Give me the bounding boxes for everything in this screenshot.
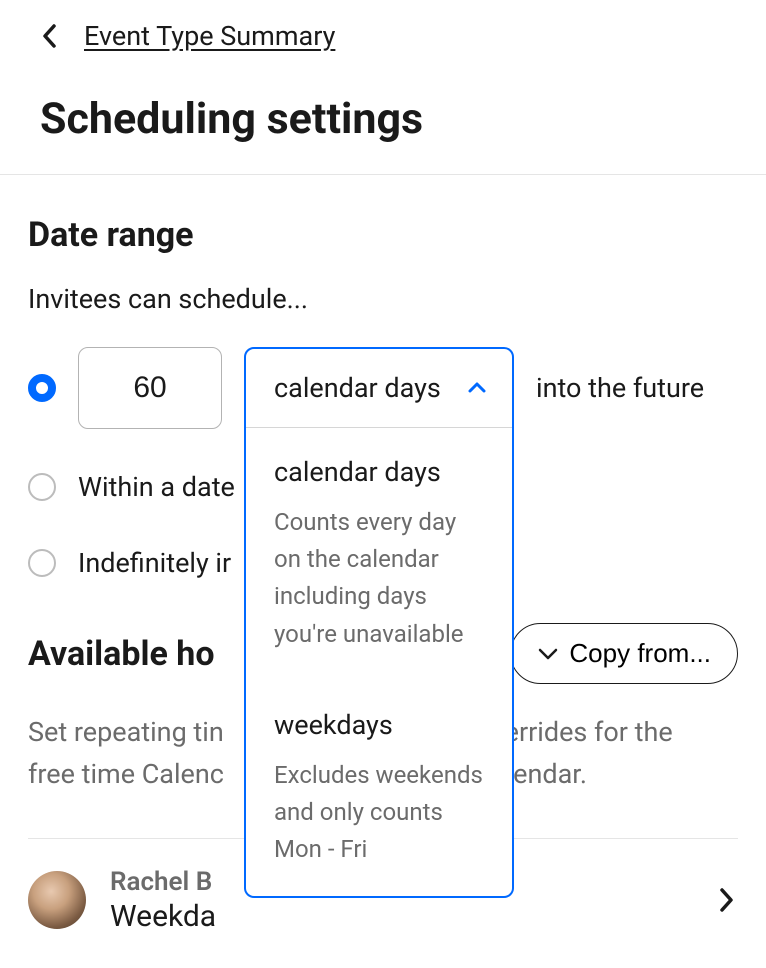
date-range-title: Date range (28, 215, 738, 255)
chevron-up-icon (466, 377, 488, 399)
page-title: Scheduling settings (40, 94, 726, 144)
date-range-subtitle: Invitees can schedule... (28, 283, 738, 315)
person-schedule: Weekda (110, 899, 692, 934)
unit-dropdown-trigger[interactable]: calendar days (244, 347, 514, 429)
radio-within-label: Within a date (78, 471, 235, 503)
radio-indefinitely-label: Indefinitely ir (78, 547, 231, 579)
copy-from-button[interactable]: Copy from... (510, 623, 738, 684)
dropdown-option-weekdays[interactable]: weekdays Excludes weekends and only coun… (246, 681, 512, 897)
days-suffix-text: into the future (536, 372, 704, 404)
dropdown-option-description: Excludes weekends and only counts Mon - … (274, 757, 484, 869)
dropdown-option-description: Counts every day on the calendar includi… (274, 504, 484, 653)
radio-within-date[interactable] (28, 473, 56, 501)
back-chevron-icon[interactable] (40, 22, 58, 50)
avatar (28, 871, 86, 929)
date-range-option-days[interactable]: calendar days calendar days Counts every… (28, 347, 738, 429)
available-hours-title: Available ho (28, 634, 215, 674)
unit-dropdown-value: calendar days (274, 372, 441, 404)
unit-dropdown-panel: calendar days Counts every day on the ca… (244, 427, 514, 898)
dropdown-option-calendar-days[interactable]: calendar days Counts every day on the ca… (246, 428, 512, 681)
breadcrumb-back-link[interactable]: Event Type Summary (84, 20, 335, 52)
days-number-input[interactable] (78, 347, 222, 429)
radio-indefinitely[interactable] (28, 549, 56, 577)
radio-days-into-future[interactable] (28, 374, 56, 402)
copy-button-label: Copy from... (569, 638, 711, 669)
dropdown-option-title: weekdays (274, 709, 484, 741)
chevron-right-icon[interactable] (716, 886, 738, 914)
chevron-down-icon (537, 643, 559, 665)
dropdown-option-title: calendar days (274, 456, 484, 488)
